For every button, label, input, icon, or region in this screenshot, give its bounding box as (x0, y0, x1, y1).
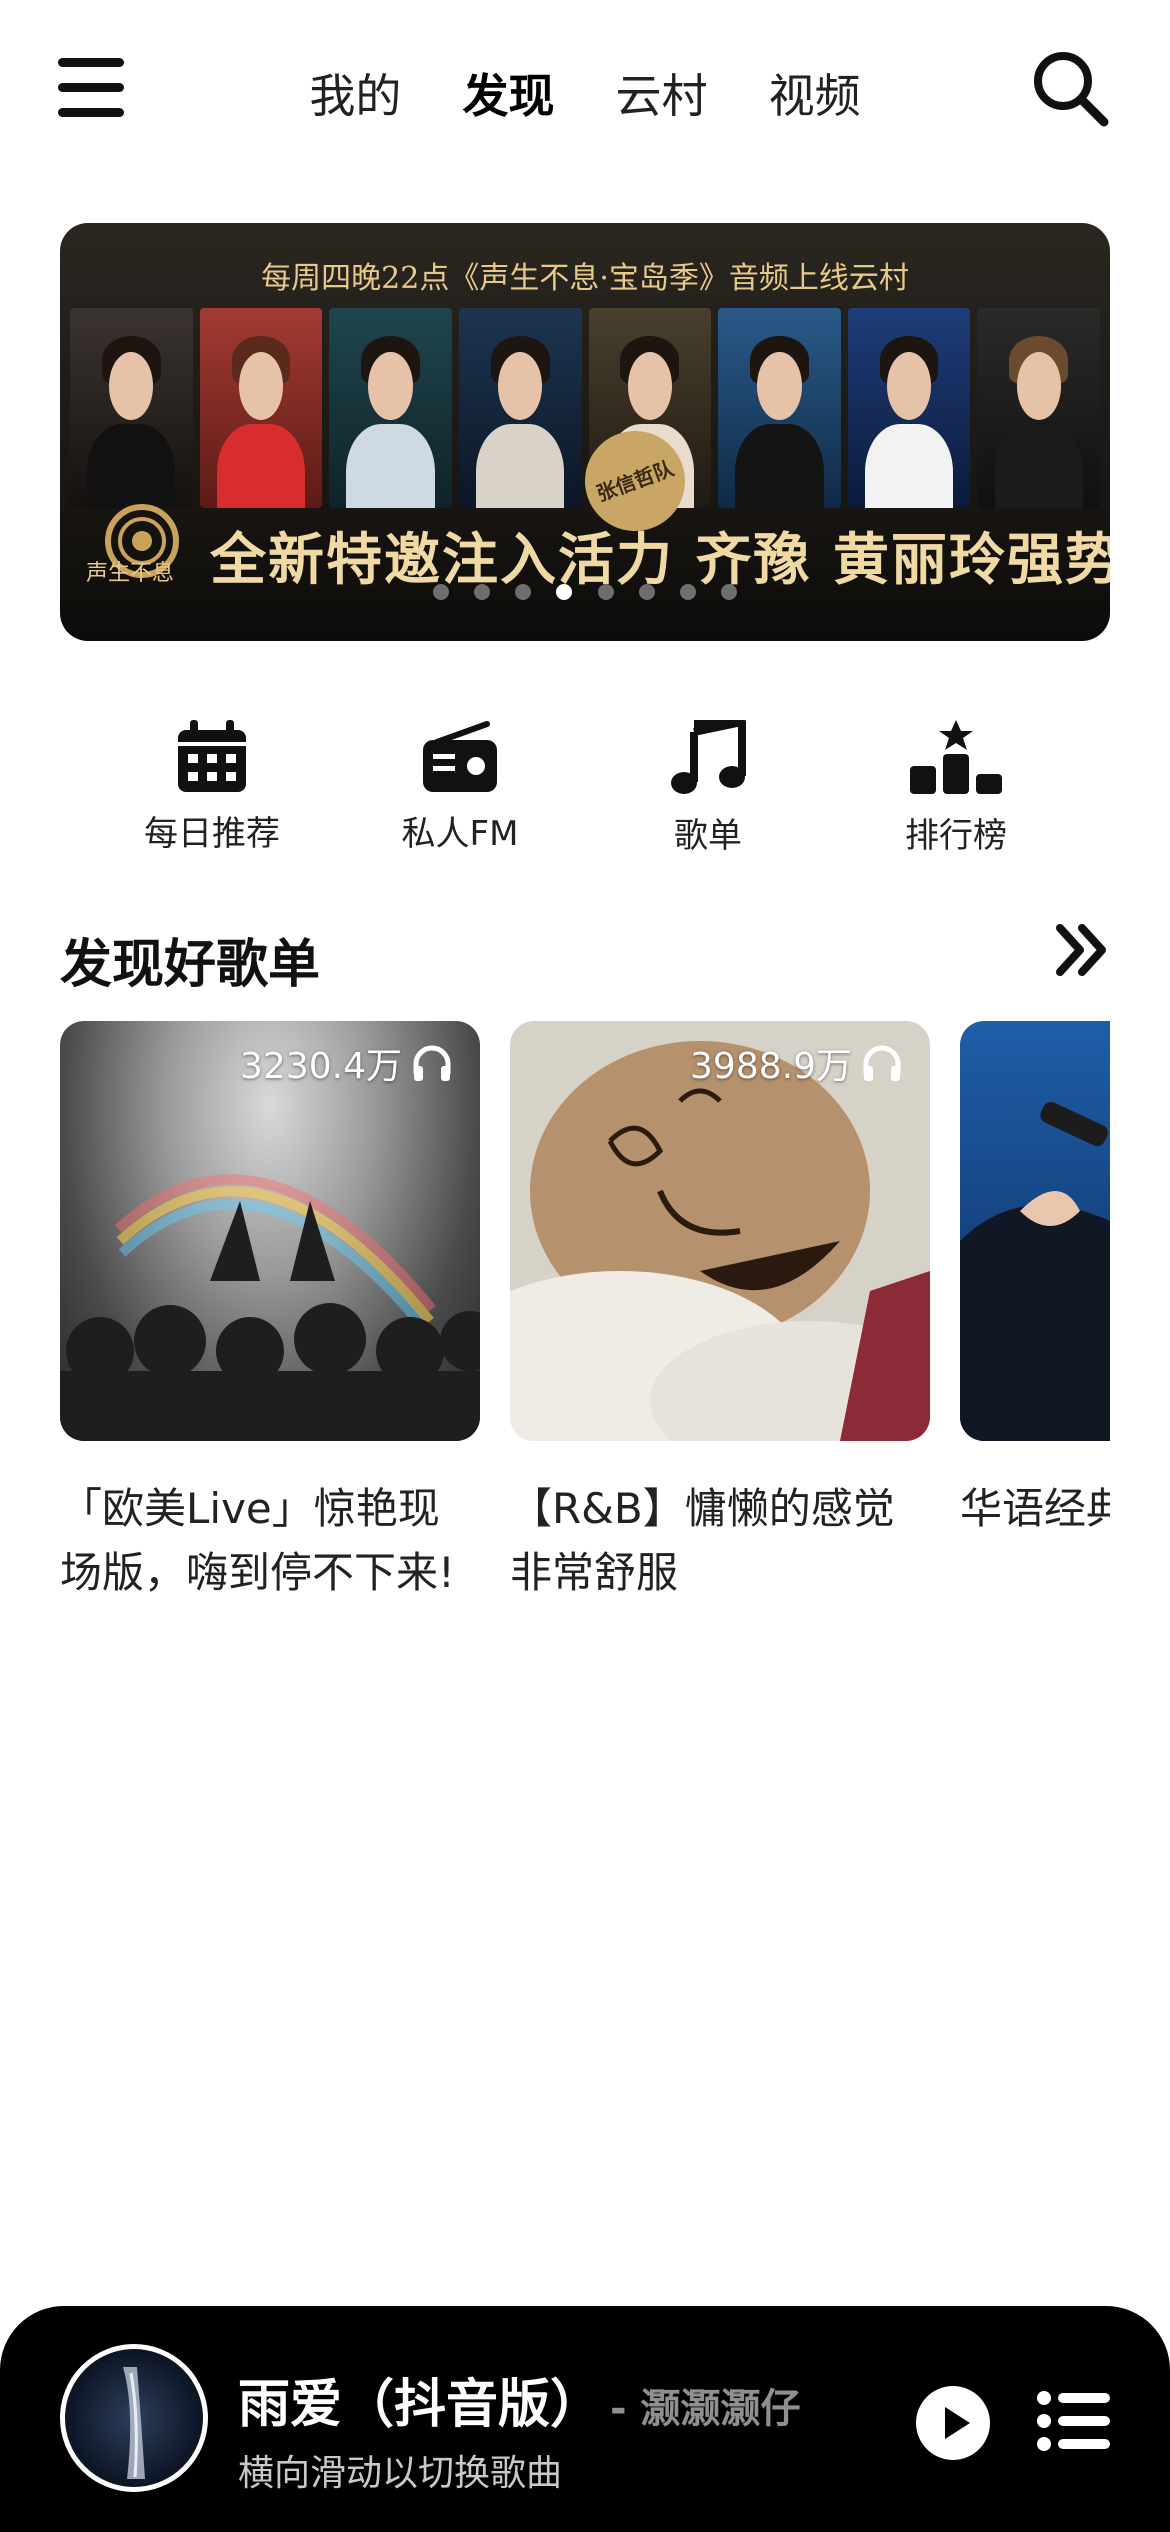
playlist-cover: 3988.9万 (510, 1021, 930, 1441)
tab-cloud-village[interactable]: 云村 (616, 60, 708, 126)
radio-icon (423, 721, 497, 792)
entry-playlists[interactable]: 歌单 (608, 720, 808, 857)
banner-dot[interactable] (474, 584, 491, 600)
artist-photo (718, 308, 841, 508)
entry-charts[interactable]: 排行榜 (856, 720, 1056, 857)
song-title: 雨爱（抖音版） (238, 2375, 603, 2435)
headphones-icon (413, 1045, 451, 1081)
entry-label: 每日推荐 (144, 814, 280, 854)
playlist-cover: 3230.4万 (60, 1021, 480, 1441)
tab-discover[interactable]: 发现 (462, 60, 554, 126)
artist-photo (199, 308, 323, 508)
artist-photo (70, 308, 193, 508)
play-icon[interactable] (916, 2386, 990, 2460)
banner-dot[interactable] (679, 584, 696, 600)
tab-mine[interactable]: 我的 (309, 60, 401, 126)
promo-banner[interactable]: 每周四晚22点《声生不息·宝岛季》音频上线云村 张信哲队 声生不息 全新特邀注入… (60, 223, 1110, 641)
top-tabs: 我的 发现 云村 视频 (0, 60, 1170, 126)
section-title: 发现好歌单 (60, 935, 321, 995)
playlist-title: 「欧美Live」惊艳现场版，嗨到停不下来! (60, 1484, 455, 1597)
song-title-line: 雨爱（抖音版） - 灏灏灏仔 (238, 2362, 801, 2437)
banner-dot-active[interactable] (556, 584, 573, 600)
banner-pagination (60, 584, 1110, 604)
playlist-icon[interactable] (1036, 2390, 1110, 2452)
playlist-carousel[interactable]: 3230.4万 「欧美Live」惊艳现场版，嗨到停不下来! 3988.9万 【R… (60, 1021, 1110, 1621)
play-count-value: 3230.4万 (240, 1046, 402, 1087)
album-art-disc[interactable] (60, 2344, 208, 2492)
calendar-icon (178, 720, 246, 792)
top-navigation-bar: 我的 发现 云村 视频 (0, 0, 1170, 180)
playlist-title: 华语经典的神级L (960, 1484, 1110, 1533)
banner-dot[interactable] (597, 584, 614, 600)
show-logo-text: 声生不息 (86, 561, 175, 586)
double-chevron-right-icon[interactable] (1054, 922, 1110, 978)
banner-dot[interactable] (515, 584, 532, 600)
artist-photo (329, 308, 452, 508)
entry-label: 排行榜 (905, 816, 1007, 856)
artist-photo (458, 308, 582, 508)
play-count: 3988.9万 (690, 1037, 902, 1089)
playlist-card[interactable]: 3230.4万 「欧美Live」惊艳现场版，嗨到停不下来! (60, 1021, 480, 1605)
music-note-icon (671, 720, 746, 794)
quick-entries: 每日推荐 私人FM 歌单 排行榜 (60, 720, 1110, 870)
banner-caption: 每周四晚22点《声生不息·宝岛季》音频上线云村 (261, 261, 909, 296)
tab-video[interactable]: 视频 (769, 60, 861, 126)
headphones-icon (863, 1045, 901, 1081)
mini-player[interactable]: 雨爱（抖音版） - 灏灏灏仔 横向滑动以切换歌曲 (0, 2306, 1170, 2532)
play-count: 3230.4万 (240, 1037, 452, 1089)
banner-dot[interactable] (638, 584, 655, 600)
entry-label: 私人FM (401, 814, 519, 854)
song-artist: - 灏灏灏仔 (610, 2386, 801, 2432)
playlist-cover (960, 1021, 1110, 1441)
entry-daily-recommend[interactable]: 每日推荐 (112, 720, 312, 855)
podium-icon (910, 720, 1002, 794)
playlist-title: 【R&B】慵懒的感觉非常舒服 (510, 1484, 895, 1597)
play-count-value: 3988.9万 (690, 1046, 852, 1087)
banner-dot[interactable] (433, 584, 450, 600)
search-icon[interactable] (1030, 48, 1112, 130)
swipe-hint: 横向滑动以切换歌曲 (238, 2453, 563, 2494)
artist-photo (977, 308, 1100, 508)
entry-personal-fm[interactable]: 私人FM (360, 720, 560, 855)
artist-photo (847, 308, 971, 508)
entry-label: 歌单 (674, 816, 742, 856)
playlist-card[interactable]: 华语经典的神级L (960, 1021, 1110, 1541)
banner-dot[interactable] (720, 584, 737, 600)
playlist-card[interactable]: 3988.9万 【R&B】慵懒的感觉非常舒服 (510, 1021, 930, 1605)
